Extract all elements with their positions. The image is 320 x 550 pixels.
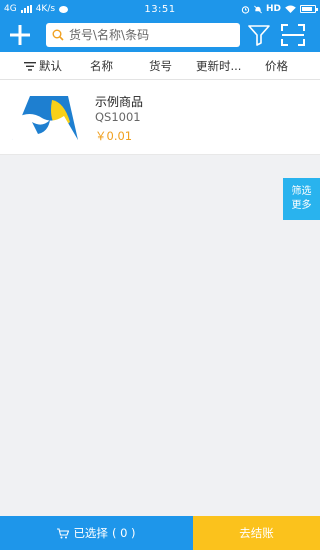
sort-default[interactable]: 默认: [24, 52, 62, 80]
message-icon: [59, 5, 69, 13]
product-row[interactable]: 示例商品 QS1001 ￥0.01: [0, 80, 320, 155]
more-filter-line2: 更多: [291, 200, 312, 211]
more-filter-button[interactable]: 筛选 更多: [283, 178, 320, 220]
add-button[interactable]: [0, 18, 40, 52]
filter-button[interactable]: [247, 23, 271, 47]
selected-count: ( 0 ): [111, 526, 136, 540]
sort-price[interactable]: 价格: [265, 52, 288, 80]
status-left: 4G 4K/s: [4, 4, 124, 14]
filter-icon: [248, 25, 270, 46]
status-right: HD: [196, 4, 318, 14]
battery-icon: [300, 5, 318, 13]
checkout-label: 去结账: [239, 526, 274, 540]
search-box[interactable]: [46, 23, 240, 47]
selected-label: 已选择: [73, 526, 108, 540]
scan-icon: [281, 24, 305, 46]
sort-code-label: 货号: [149, 59, 172, 73]
sort-default-label: 默认: [39, 59, 62, 73]
sort-code[interactable]: 货号: [149, 52, 172, 80]
more-filter-line1: 筛选: [291, 186, 312, 197]
signal-icon: [20, 5, 32, 13]
mute-icon: [254, 5, 262, 13]
cart-icon: [57, 527, 70, 538]
checkout-button[interactable]: 去结账: [193, 516, 320, 550]
sort-bar: 默认 名称 货号 更新时... 价格: [0, 52, 320, 80]
product-image: [12, 96, 78, 140]
product-price: ￥0.01: [95, 129, 133, 143]
clock: 13:51: [144, 3, 176, 15]
selected-button[interactable]: 已选择 ( 0 ): [0, 516, 193, 550]
sort-updated-label: 更新时...: [196, 59, 242, 73]
sort-name-label: 名称: [90, 59, 113, 73]
search-input[interactable]: [69, 28, 229, 42]
sort-price-label: 价格: [265, 59, 288, 73]
sort-icon: [24, 61, 36, 71]
sort-name[interactable]: 名称: [90, 52, 113, 80]
product-list: 示例商品 QS1001 ￥0.01: [0, 80, 320, 155]
scan-button[interactable]: [280, 23, 306, 47]
wifi-icon: [285, 5, 296, 13]
network-type: 4G: [4, 4, 17, 14]
bottom-bar: 已选择 ( 0 ) 去结账: [0, 516, 320, 550]
search-icon: [52, 29, 64, 41]
status-bar: 4G 4K/s 13:51 HD: [0, 0, 320, 18]
network-speed: 4K/s: [35, 4, 56, 14]
hd-badge: HD: [265, 4, 281, 14]
add-icon: [10, 25, 30, 45]
alarm-icon: [241, 5, 250, 14]
sort-updated[interactable]: 更新时...: [196, 52, 241, 80]
product-name: 示例商品: [95, 95, 144, 109]
product-code: QS1001: [95, 110, 141, 124]
toolbar: [0, 18, 320, 52]
